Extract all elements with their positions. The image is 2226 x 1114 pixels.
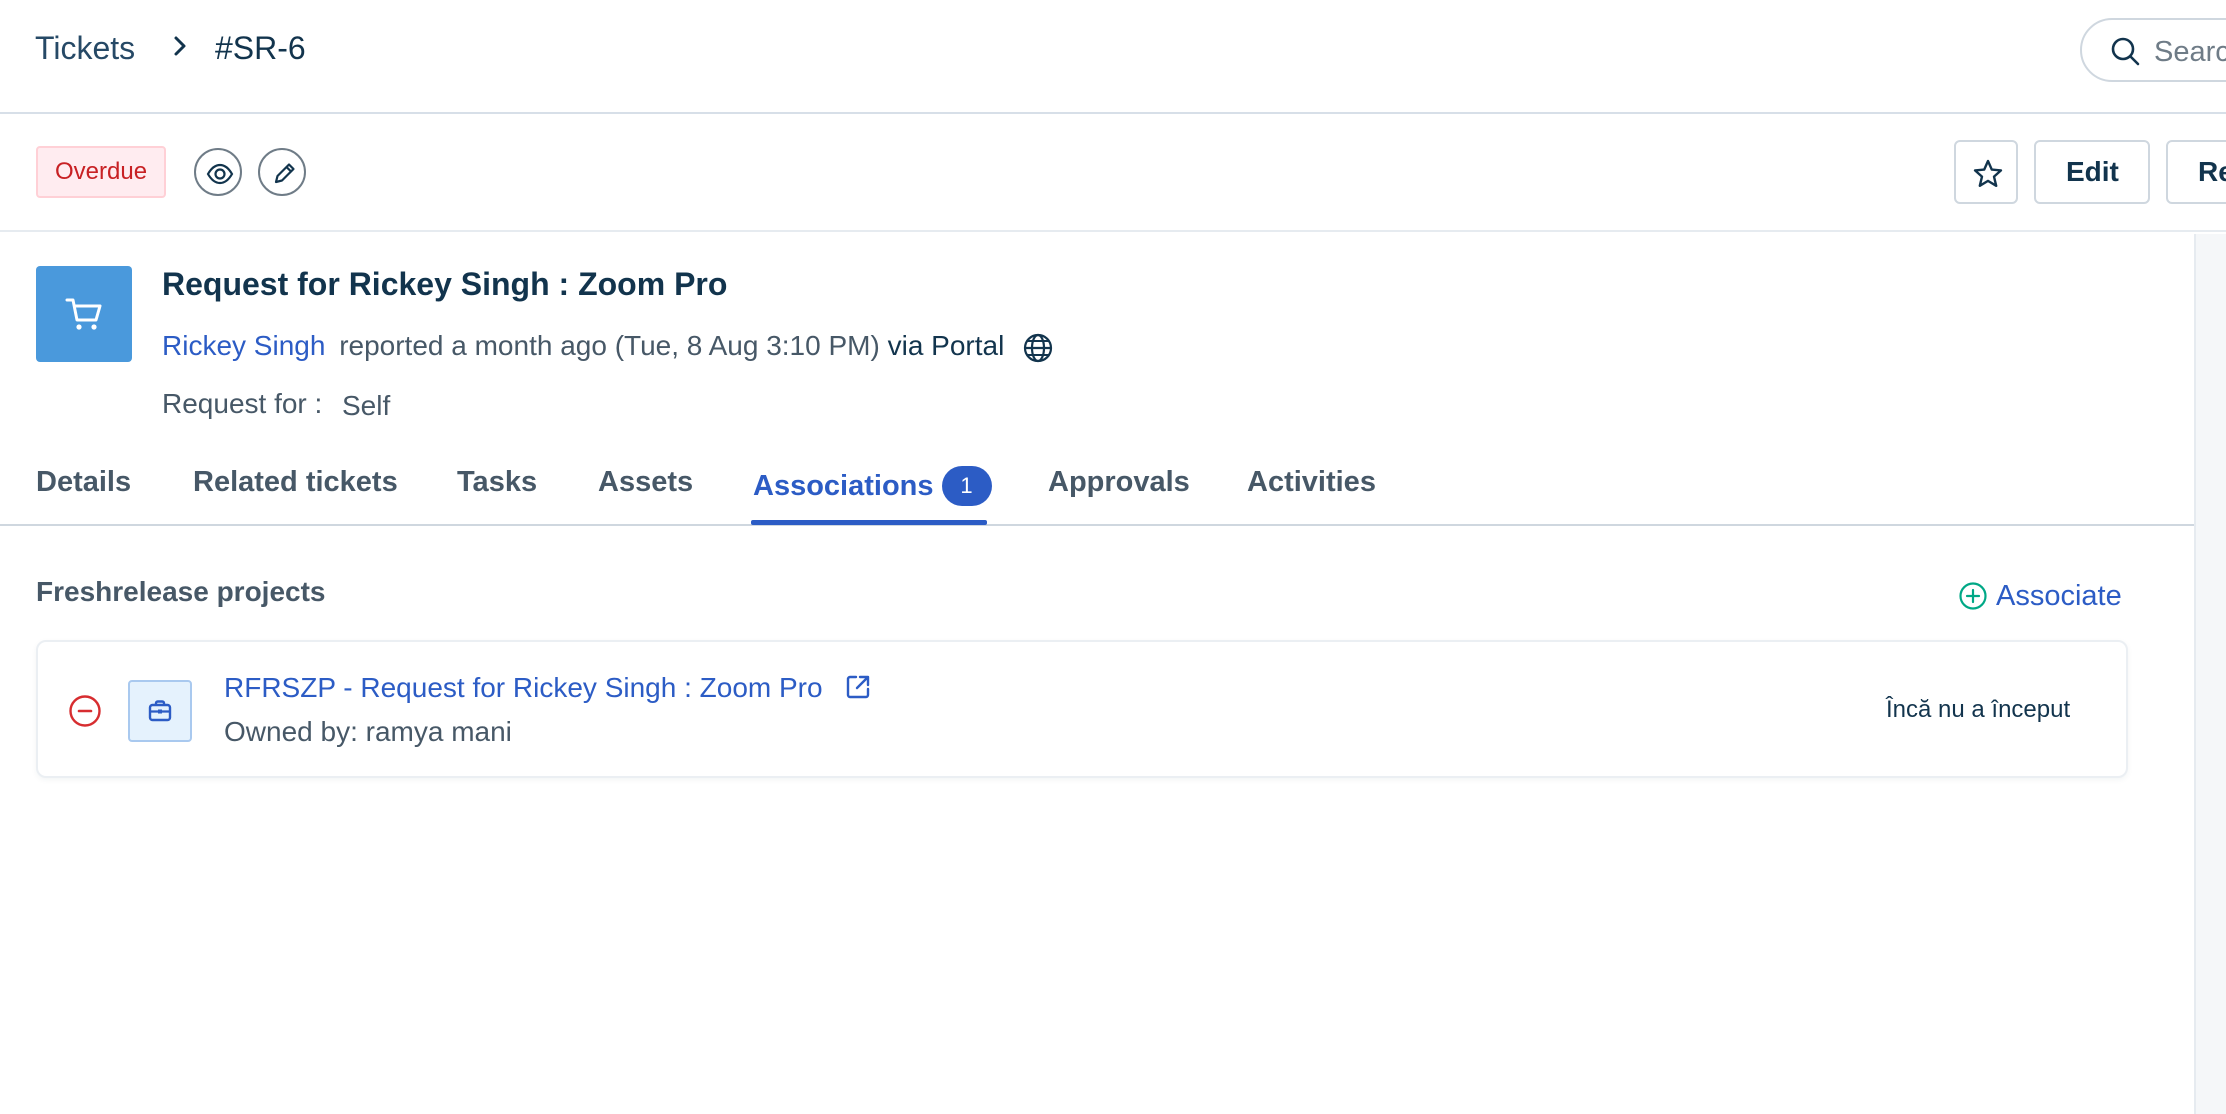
ticket-action-bar: Overdue Edit Re (0, 114, 2226, 232)
associate-label: Associate (1996, 580, 2122, 612)
active-tab-indicator (751, 520, 987, 525)
tab-activities[interactable]: Activities (1247, 466, 1376, 499)
top-bar: Tickets #SR-6 Search (0, 0, 2226, 114)
service-request-type-icon (36, 266, 132, 362)
tabs-divider (0, 524, 2194, 526)
project-title: RFRSZP - Request for Rickey Singh : Zoom… (224, 672, 823, 703)
tab-approvals[interactable]: Approvals (1048, 466, 1190, 499)
search-icon (2111, 37, 2140, 66)
star-icon (1973, 159, 2003, 187)
overdue-badge: Overdue (36, 146, 167, 198)
tab-details[interactable]: Details (36, 466, 131, 499)
right-panel-gutter (2194, 234, 2226, 1114)
briefcase-icon (148, 700, 172, 722)
pencil-icon (274, 163, 295, 184)
breadcrumb-tickets-link[interactable]: Tickets (35, 30, 135, 67)
tab-assets[interactable]: Assets (598, 466, 693, 499)
request-for-value: Self (342, 390, 391, 421)
plus-circle-icon (1959, 582, 1987, 610)
tab-tasks[interactable]: Tasks (457, 466, 537, 499)
requester-link[interactable]: Rickey Singh (162, 330, 325, 361)
request-for-label: Request for : (162, 388, 323, 419)
shopping-cart-icon (65, 298, 102, 330)
quick-edit-button[interactable] (258, 148, 306, 196)
association-card: RFRSZP - Request for Rickey Singh : Zoom… (36, 640, 2128, 778)
reported-time: reported a month ago (Tue, 8 Aug 3:10 PM… (339, 330, 880, 361)
search-input[interactable]: Search (2080, 18, 2226, 82)
section-title: Freshrelease projects (36, 576, 326, 607)
project-type-icon (128, 680, 192, 742)
chevron-right-icon (174, 36, 186, 56)
project-status: Încă nu a început (1886, 696, 2071, 723)
project-owner: Owned by: ramya mani (224, 716, 512, 747)
associate-button[interactable]: Associate (1958, 580, 2122, 613)
reply-button[interactable]: Re (2166, 140, 2226, 204)
ticket-title: Request for Rickey Singh : Zoom Pro (162, 266, 728, 302)
tab-related-tickets[interactable]: Related tickets (193, 466, 398, 499)
watch-button[interactable] (194, 148, 242, 196)
remove-association-icon[interactable] (68, 694, 102, 728)
breadcrumb-current: #SR-6 (215, 30, 306, 66)
edit-button[interactable]: Edit (2034, 140, 2150, 204)
search-placeholder: Search (2154, 36, 2226, 68)
favorite-button[interactable] (1954, 140, 2018, 204)
tab-associations[interactable]: Associations 1 (753, 466, 992, 506)
external-link-icon[interactable] (844, 673, 872, 701)
ticket-meta: Rickey Singh reported a month ago (Tue, … (162, 330, 1054, 364)
associations-count-badge: 1 (941, 466, 992, 506)
globe-icon (1023, 333, 1053, 362)
tab-associations-label: Associations (753, 470, 934, 502)
project-link[interactable]: RFRSZP - Request for Rickey Singh : Zoom… (224, 672, 872, 704)
ticket-source: via Portal (887, 330, 1005, 361)
eye-icon (206, 163, 234, 185)
